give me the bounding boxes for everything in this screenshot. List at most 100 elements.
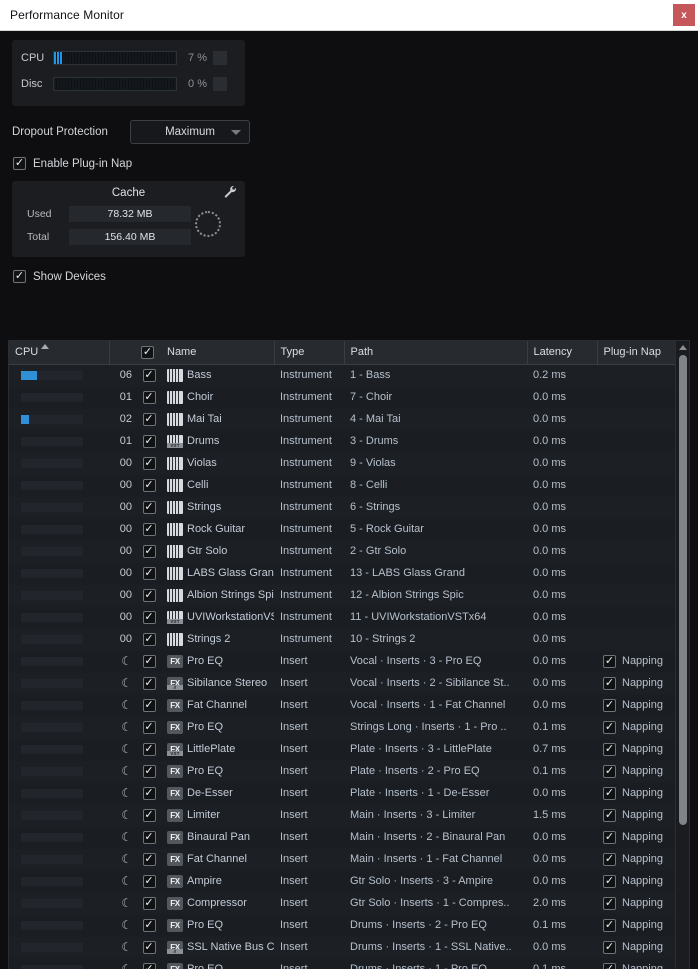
cell-enabled[interactable]: ✓: [137, 870, 161, 893]
table-row[interactable]: ☾ ✓ FX Compressor Insert Gtr Solo · Inserts ·…: [9, 892, 677, 915]
cell-plugin-nap[interactable]: [597, 496, 677, 519]
cell-enabled[interactable]: ✓: [137, 474, 161, 497]
column-header-cpu[interactable]: CPU: [9, 341, 110, 365]
cell-enabled[interactable]: ✓: [137, 386, 161, 409]
row-enable-checkbox[interactable]: ✓: [142, 500, 156, 514]
table-row[interactable]: 00 ✓ Celli Instrument 8 - Celli 0.0 ms: [9, 474, 677, 497]
table-row[interactable]: ☾ ✓ FX Pro EQ Insert Plate · Inserts · 2 - Pr…: [9, 760, 677, 783]
row-enable-checkbox[interactable]: ✓: [142, 566, 156, 580]
column-header-plugin-nap[interactable]: Plug-in Nap: [597, 341, 677, 365]
row-enable-checkbox[interactable]: ✓: [142, 368, 156, 382]
cell-plugin-nap[interactable]: [597, 518, 677, 541]
cell-enabled[interactable]: ✓: [137, 408, 161, 431]
cell-enabled[interactable]: ✓: [137, 848, 161, 871]
cell-plugin-nap[interactable]: [597, 584, 677, 607]
cell-enabled[interactable]: ✓: [137, 496, 161, 519]
cell-plugin-nap[interactable]: [597, 430, 677, 453]
cell-enabled[interactable]: ✓: [137, 694, 161, 717]
cell-enabled[interactable]: ✓: [137, 584, 161, 607]
cell-enabled[interactable]: ✓: [137, 936, 161, 959]
cell-enabled[interactable]: ✓: [137, 914, 161, 937]
row-napping-checkbox[interactable]: ✓: [603, 764, 616, 778]
cell-plugin-nap[interactable]: ✓ Napping: [597, 716, 677, 739]
row-enable-checkbox[interactable]: ✓: [142, 588, 156, 602]
cell-enabled[interactable]: ✓: [137, 540, 161, 563]
row-napping-checkbox[interactable]: ✓: [603, 918, 616, 932]
table-row[interactable]: 00 ✓ Gtr Solo Instrument 2 - Gtr Solo 0.0 ms: [9, 540, 677, 563]
show-devices-row[interactable]: ✓ Show Devices: [13, 270, 698, 283]
row-napping-checkbox[interactable]: ✓: [603, 808, 616, 822]
cell-plugin-nap[interactable]: ✓ Napping: [597, 826, 677, 849]
wrench-icon[interactable]: [224, 185, 237, 201]
row-enable-checkbox[interactable]: ✓: [142, 852, 156, 866]
row-enable-checkbox[interactable]: ✓: [142, 390, 156, 404]
table-row[interactable]: 00 ✓ Strings Instrument 6 - Strings 0.0 ms: [9, 496, 677, 519]
table-row[interactable]: 00 ✓ LABS Glass Grand Instrument 13 - LABS G…: [9, 562, 677, 585]
row-enable-checkbox[interactable]: ✓: [142, 434, 156, 448]
cell-enabled[interactable]: ✓: [137, 716, 161, 739]
row-enable-checkbox[interactable]: ✓: [142, 412, 156, 426]
cell-enabled[interactable]: ✓: [137, 518, 161, 541]
row-napping-checkbox[interactable]: ✓: [603, 742, 616, 756]
cell-enabled[interactable]: ✓: [137, 826, 161, 849]
row-enable-checkbox[interactable]: ✓: [142, 456, 156, 470]
row-enable-checkbox[interactable]: ✓: [142, 962, 156, 969]
row-enable-checkbox[interactable]: ✓: [142, 610, 156, 624]
table-row[interactable]: ☾ ✓ FX Pro EQ Insert Drums · Inserts · 1 - Pr…: [9, 958, 677, 969]
cell-plugin-nap[interactable]: ✓ Napping: [597, 936, 677, 959]
scroll-up-icon[interactable]: [679, 345, 687, 350]
row-enable-checkbox[interactable]: ✓: [142, 896, 156, 910]
cell-plugin-nap[interactable]: ✓ Napping: [597, 870, 677, 893]
cell-plugin-nap[interactable]: ✓ Napping: [597, 958, 677, 969]
cell-plugin-nap[interactable]: ✓ Napping: [597, 892, 677, 915]
row-napping-checkbox[interactable]: ✓: [603, 896, 616, 910]
cell-plugin-nap[interactable]: ✓ Napping: [597, 650, 677, 673]
cell-plugin-nap[interactable]: [597, 474, 677, 497]
table-row[interactable]: ☾ ✓ FX Fat Channel Insert Main · Inserts · 1 …: [9, 848, 677, 871]
row-enable-checkbox[interactable]: ✓: [142, 830, 156, 844]
row-napping-checkbox[interactable]: ✓: [603, 676, 616, 690]
cell-plugin-nap[interactable]: ✓ Napping: [597, 782, 677, 805]
column-header-path[interactable]: Path: [344, 341, 528, 365]
row-enable-checkbox[interactable]: ✓: [142, 764, 156, 778]
cell-plugin-nap[interactable]: ✓ Napping: [597, 760, 677, 783]
cell-enabled[interactable]: ✓: [137, 452, 161, 475]
column-header-name[interactable]: Name: [161, 341, 275, 365]
row-napping-checkbox[interactable]: ✓: [603, 940, 616, 954]
row-napping-checkbox[interactable]: ✓: [603, 874, 616, 888]
table-row[interactable]: 06 ✓ Bass Instrument 1 - Bass 0.2 ms: [9, 364, 677, 387]
row-enable-checkbox[interactable]: ✓: [142, 742, 156, 756]
table-row[interactable]: 02 ✓ Mai Tai Instrument 4 - Mai Tai 0.0 ms: [9, 408, 677, 431]
table-row[interactable]: 00 ✓ Violas Instrument 9 - Violas 0.0 ms: [9, 452, 677, 475]
table-row[interactable]: ☾ ✓ FX Binaural Pan Insert Main · Inserts · 2…: [9, 826, 677, 849]
cell-enabled[interactable]: ✓: [137, 672, 161, 695]
row-enable-checkbox[interactable]: ✓: [142, 544, 156, 558]
row-napping-checkbox[interactable]: ✓: [603, 786, 616, 800]
table-row[interactable]: 00 ✓ Strings 2 Instrument 10 - Strings 2 0.0 …: [9, 628, 677, 651]
cell-plugin-nap[interactable]: ✓ Napping: [597, 672, 677, 695]
scrollbar-thumb[interactable]: [679, 355, 687, 825]
table-row[interactable]: 00 ✓ VST UVIWorkstationVST..Instrument11 - …: [9, 606, 677, 629]
enable-plugin-nap-row[interactable]: ✓ Enable Plug-in Nap: [13, 157, 698, 170]
table-row[interactable]: ☾ ✓ FX// Sibilance Stereo Insert Vocal · Inse…: [9, 672, 677, 695]
row-enable-checkbox[interactable]: ✓: [142, 478, 156, 492]
row-enable-checkbox[interactable]: ✓: [142, 940, 156, 954]
cell-plugin-nap[interactable]: [597, 386, 677, 409]
table-row[interactable]: ☾ ✓ FX Limiter Insert Main · Inserts · 3 - Li…: [9, 804, 677, 827]
column-header-latency[interactable]: Latency: [527, 341, 598, 365]
row-enable-checkbox[interactable]: ✓: [142, 632, 156, 646]
cell-plugin-nap[interactable]: [597, 540, 677, 563]
row-enable-checkbox[interactable]: ✓: [142, 874, 156, 888]
cell-enabled[interactable]: ✓: [137, 628, 161, 651]
column-header-enable[interactable]: ✓: [137, 341, 161, 365]
cell-plugin-nap[interactable]: ✓ Napping: [597, 848, 677, 871]
cell-plugin-nap[interactable]: [597, 628, 677, 651]
cell-plugin-nap[interactable]: ✓ Napping: [597, 694, 677, 717]
row-enable-checkbox[interactable]: ✓: [142, 654, 156, 668]
enable-plugin-nap-checkbox[interactable]: ✓: [13, 157, 26, 170]
row-napping-checkbox[interactable]: ✓: [603, 830, 616, 844]
cell-plugin-nap[interactable]: [597, 452, 677, 475]
row-enable-checkbox[interactable]: ✓: [142, 720, 156, 734]
cell-plugin-nap[interactable]: [597, 364, 677, 387]
row-napping-checkbox[interactable]: ✓: [603, 962, 616, 969]
